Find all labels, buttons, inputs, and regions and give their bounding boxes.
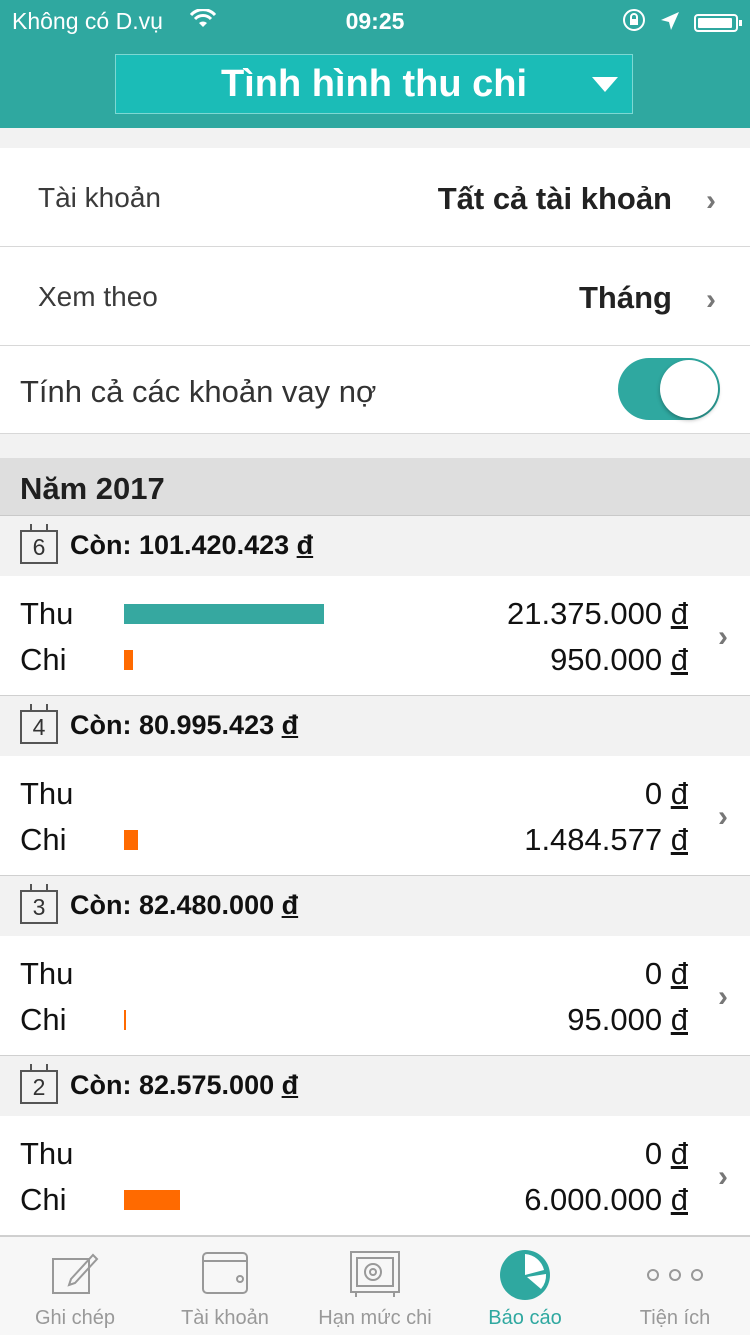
account-value: Tất cả tài khoản xyxy=(437,181,672,216)
month-header: 3 Còn: 82.480.000 đ xyxy=(0,876,750,936)
rotation-lock-icon xyxy=(622,8,646,38)
account-label: Tài khoản xyxy=(38,182,161,213)
chevron-right-icon: › xyxy=(718,620,728,653)
include-loans-label: Tính cả các khoản vay nợ xyxy=(20,374,377,409)
account-filter-row[interactable]: Tài khoản Tất cả tài khoản › xyxy=(0,148,750,247)
chevron-right-icon: › xyxy=(706,283,716,316)
income-amount: 0 đ xyxy=(644,956,688,991)
year-header: Năm 2017 xyxy=(0,458,750,516)
location-arrow-icon xyxy=(660,10,680,37)
tab-tien-ich[interactable]: Tiện ích xyxy=(600,1237,750,1335)
include-loans-toggle[interactable] xyxy=(618,358,720,420)
report-type-dropdown[interactable]: Tình hình thu chi xyxy=(115,54,633,114)
calendar-icon: 4 xyxy=(20,704,58,744)
income-label: Thu xyxy=(20,1136,74,1171)
tab-label: Hạn mức chi xyxy=(318,1307,432,1329)
chevron-right-icon: › xyxy=(718,800,728,833)
expense-amount: 1.484.577 đ xyxy=(524,822,688,857)
remaining-balance: Còn: 101.420.423 đ xyxy=(70,530,314,560)
tab-bar: Ghi chép Tài khoản Hạn mức chi Báo cáo T… xyxy=(0,1236,750,1335)
income-label: Thu xyxy=(20,596,74,631)
expense-bar xyxy=(124,1190,180,1210)
tab-tai-khoan[interactable]: Tài khoản xyxy=(150,1237,300,1335)
include-loans-row: Tính cả các khoản vay nợ xyxy=(0,346,750,434)
expense-amount: 95.000 đ xyxy=(567,1002,688,1037)
tab-label: Tiện ích xyxy=(639,1307,711,1329)
income-amount: 21.375.000 đ xyxy=(506,596,688,631)
calendar-icon: 6 xyxy=(20,524,58,564)
income-label: Thu xyxy=(20,776,74,811)
expense-bar xyxy=(124,830,138,850)
safe-icon xyxy=(348,1249,402,1305)
remaining-balance: Còn: 82.575.000 đ xyxy=(70,1070,299,1100)
tab-label: Ghi chép xyxy=(34,1307,116,1329)
expense-amount: 6.000.000 đ xyxy=(524,1182,688,1217)
income-amount: 0 đ xyxy=(644,776,688,811)
expense-bar xyxy=(124,650,133,670)
tab-label: Báo cáo xyxy=(488,1307,562,1329)
expense-bar xyxy=(124,1010,126,1030)
expense-amount: 950.000 đ xyxy=(550,642,688,677)
view-by-row[interactable]: Xem theo Tháng › xyxy=(0,247,750,346)
month-summary-row[interactable]: Thu 21.375.000 đ Chi 950.000 đ › xyxy=(0,576,750,696)
wallet-icon xyxy=(200,1249,250,1303)
tab-bao-cao[interactable]: Báo cáo xyxy=(450,1237,600,1335)
chevron-down-icon xyxy=(592,77,618,92)
expense-label: Chi xyxy=(20,822,67,857)
month-summary-row[interactable]: Thu 0 đ Chi 6.000.000 đ › xyxy=(0,1116,750,1236)
calendar-icon: 3 xyxy=(20,884,58,924)
app-header: Không có D.vụ 09:25 Tình hình thu chi xyxy=(0,0,750,128)
page-title: Tình hình thu chi xyxy=(220,62,528,105)
chevron-right-icon: › xyxy=(718,980,728,1013)
more-dots-icon xyxy=(643,1249,707,1303)
view-by-label: Xem theo xyxy=(38,281,158,312)
chevron-right-icon: › xyxy=(706,184,716,217)
income-bar xyxy=(124,604,324,624)
month-header: 2 Còn: 82.575.000 đ xyxy=(0,1056,750,1116)
month-summary-row[interactable]: Thu 0 đ Chi 1.484.577 đ › xyxy=(0,756,750,876)
status-bar: Không có D.vụ 09:25 xyxy=(0,0,750,40)
income-label: Thu xyxy=(20,956,74,991)
battery-icon xyxy=(694,14,742,32)
toggle-knob xyxy=(660,360,718,418)
month-summary-row[interactable]: Thu 0 đ Chi 95.000 đ › xyxy=(0,936,750,1056)
calendar-icon: 2 xyxy=(20,1064,58,1104)
tab-han-muc-chi[interactable]: Hạn mức chi xyxy=(300,1237,450,1335)
expense-label: Chi xyxy=(20,1002,67,1037)
income-amount: 0 đ xyxy=(644,1136,688,1171)
expense-label: Chi xyxy=(20,642,67,677)
tab-label: Tài khoản xyxy=(181,1307,269,1329)
chevron-right-icon: › xyxy=(718,1160,728,1193)
filter-settings: Tài khoản Tất cả tài khoản › Xem theo Th… xyxy=(0,148,750,434)
tab-ghi-chep[interactable]: Ghi chép xyxy=(0,1237,150,1335)
pie-chart-icon xyxy=(499,1249,551,1307)
month-header: 4 Còn: 80.995.423 đ xyxy=(0,696,750,756)
view-by-value: Tháng xyxy=(579,280,672,315)
month-header: 6 Còn: 101.420.423 đ xyxy=(0,516,750,576)
pencil-note-icon xyxy=(49,1249,101,1303)
remaining-balance: Còn: 82.480.000 đ xyxy=(70,890,299,920)
remaining-balance: Còn: 80.995.423 đ xyxy=(70,710,299,740)
expense-label: Chi xyxy=(20,1182,67,1217)
